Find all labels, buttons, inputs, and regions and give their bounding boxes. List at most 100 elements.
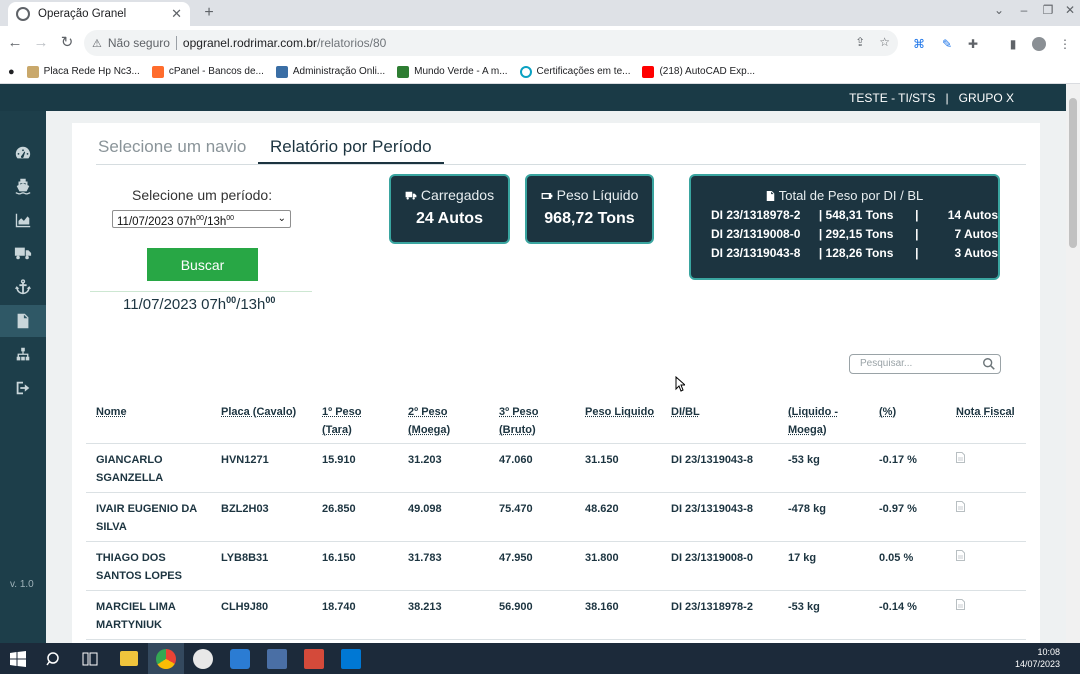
globe-icon — [16, 7, 30, 21]
search-icon[interactable] — [46, 651, 62, 667]
cell-placa: BZL2H03 — [211, 492, 312, 542]
col-header-di[interactable]: DI/BL — [661, 395, 778, 444]
bookmark-item[interactable]: Mundo Verde - A m... — [397, 65, 508, 78]
col-header-peso1[interactable]: 1º Peso (Tara) — [312, 395, 398, 444]
bookmark-favicon-icon — [275, 65, 288, 78]
scrollbar-thumb[interactable] — [1069, 98, 1077, 248]
sidebar-item-anchor[interactable] — [0, 271, 46, 303]
file-explorer-icon[interactable] — [120, 651, 138, 666]
col-header-placa[interactable]: Placa (Cavalo) — [211, 395, 312, 444]
col-header-nota-fiscal[interactable]: Nota Fiscal — [946, 395, 1026, 444]
cell-peso3: 47.950 — [489, 541, 575, 591]
pdf-file-icon[interactable] — [956, 500, 965, 512]
chrome-icon[interactable] — [156, 649, 176, 669]
new-tab-button[interactable]: + — [198, 3, 220, 23]
cell-nome: GIANCARLO SGANZELLA — [86, 443, 211, 493]
chevron-down-icon[interactable]: ⌄ — [989, 3, 1009, 17]
cell-peso1: 26.850 — [312, 492, 398, 542]
app-icon[interactable] — [193, 649, 213, 669]
app-viewport: TESTE - TI/STS | GRUPO X v. 1.0 Selecion… — [0, 84, 1080, 643]
outlook-icon[interactable] — [341, 649, 361, 669]
maximize-button[interactable]: ❐ — [1038, 3, 1058, 17]
sidebar-item-ship[interactable] — [0, 170, 46, 202]
carregados-value: 24 Autos — [416, 210, 483, 227]
security-shield-icon[interactable] — [230, 649, 250, 669]
col-header-peso-liquido[interactable]: Peso Liquido — [575, 395, 661, 444]
avatar[interactable] — [1032, 37, 1046, 51]
apps-icon[interactable]: ● — [8, 66, 15, 78]
tab-period-report[interactable]: Relatório por Período — [258, 137, 444, 164]
cell-liquido: 31.800 — [575, 541, 661, 591]
security-label: Não seguro — [107, 36, 170, 50]
sidebar-item-reports[interactable] — [0, 305, 46, 337]
search-icon[interactable] — [982, 357, 996, 371]
sidebar-item-sitemap[interactable] — [0, 339, 46, 371]
cell-peso3: 56.900 — [489, 590, 575, 640]
period-select-date: 11/07/2023 07h — [117, 215, 197, 228]
group-label[interactable]: GRUPO X — [959, 91, 1014, 105]
forward-button[interactable]: → — [32, 34, 50, 52]
period-select[interactable]: 11/07/2023 07h00/13h00 ⌄ — [112, 210, 291, 228]
sidebar-item-charts[interactable] — [0, 204, 46, 236]
bookmark-item[interactable]: (218) AutoCAD Exp... — [642, 65, 755, 78]
bookmark-item[interactable]: Administração Onli... — [275, 65, 386, 78]
bookmark-item[interactable]: cPanel - Bancos de... — [151, 65, 264, 78]
pdf-file-icon[interactable] — [956, 598, 965, 610]
period-display-sup: 00 — [265, 295, 276, 305]
pdf-file-icon[interactable] — [956, 451, 965, 463]
cell-pct: -0.97 % — [869, 492, 946, 542]
cell-di: DI 23/1319043-8 — [661, 443, 778, 493]
col-header-peso3[interactable]: 3º Peso (Bruto) — [489, 395, 575, 444]
sidepanel-icon[interactable]: ▮ — [1006, 37, 1020, 51]
back-button[interactable]: ← — [6, 34, 24, 52]
close-icon[interactable]: ✕ — [171, 6, 182, 22]
menu-icon[interactable]: ⋮ — [1058, 37, 1072, 51]
taskbar-clock[interactable]: 10:08 14/07/2023 — [1015, 646, 1060, 670]
browser-tabstrip: Operação Granel ✕ + ⌄ – ❐ ✕ — [0, 0, 1080, 26]
col-header-diff[interactable]: (Liquido - Moega) — [778, 395, 869, 444]
task-view-icon[interactable] — [82, 652, 98, 666]
cell-peso3: 47.060 — [489, 443, 575, 493]
reload-button[interactable]: ↻ — [58, 34, 76, 52]
di-tons: | 548,31 Tons — [818, 208, 894, 222]
star-icon[interactable]: ☆ — [879, 35, 890, 49]
peso-liquido-value: 968,72 Tons — [544, 210, 635, 227]
translate-icon[interactable]: ⌘ — [912, 37, 926, 51]
sidebar-item-dashboard[interactable] — [0, 137, 46, 169]
area-chart-icon — [15, 213, 31, 228]
table-row: MARCIEL LIMA MARTYNIUK CLH9J80 18.740 38… — [86, 590, 1026, 640]
search-input[interactable]: Pesquisar... — [849, 354, 1001, 374]
stat-carregados: Carregados 24 Autos — [389, 174, 510, 244]
bookmark-label: Administração Onli... — [292, 66, 386, 77]
extension-lt-icon[interactable]: ✎ — [940, 37, 954, 51]
puzzle-icon[interactable]: ✚ — [966, 37, 980, 51]
cell-liquido: 38.160 — [575, 590, 661, 640]
bookmark-item[interactable]: Certificações em te... — [519, 65, 631, 78]
browser-tab[interactable]: Operação Granel ✕ — [8, 2, 190, 26]
page-scrollbar[interactable] — [1066, 84, 1080, 643]
pdf-file-icon[interactable] — [956, 549, 965, 561]
window-close-button[interactable]: ✕ — [1060, 3, 1080, 17]
search-button[interactable]: Buscar — [147, 248, 258, 281]
address-bar[interactable]: ⚠ Não seguro opgranel.rodrimar.com.br /r… — [84, 30, 898, 56]
table-header-row: Nome Placa (Cavalo) 1º Peso (Tara) 2º Pes… — [86, 395, 1026, 444]
bookmark-label: Certificações em te... — [536, 66, 631, 77]
url-path: /relatorios/80 — [316, 36, 387, 50]
user-label[interactable]: TESTE - TI/STS — [849, 91, 935, 105]
bookmark-item[interactable]: Placa Rede Hp Nc3... — [26, 65, 140, 78]
period-select-sup: 00 — [196, 215, 204, 222]
windows-start-icon[interactable] — [10, 651, 26, 667]
tab-select-ship[interactable]: Selecione um navio — [96, 137, 248, 157]
report-card: Selecione um navio Relatório por Período… — [72, 123, 1040, 643]
remote-desktop-icon[interactable] — [267, 649, 287, 669]
share-icon[interactable]: ⇪ — [855, 35, 865, 49]
col-header-pct[interactable]: (%) — [869, 395, 946, 444]
sidebar-item-logout[interactable] — [0, 372, 46, 404]
cell-placa: LYB8B31 — [211, 541, 312, 591]
bookmarks-bar: ● Placa Rede Hp Nc3... cPanel - Bancos d… — [0, 60, 1080, 84]
app-icon[interactable] — [304, 649, 324, 669]
col-header-peso2[interactable]: 2º Peso (Moega) — [398, 395, 489, 444]
sidebar-item-trucks[interactable] — [0, 237, 46, 269]
minimize-button[interactable]: – — [1014, 3, 1034, 17]
col-header-nome[interactable]: Nome — [86, 395, 211, 444]
